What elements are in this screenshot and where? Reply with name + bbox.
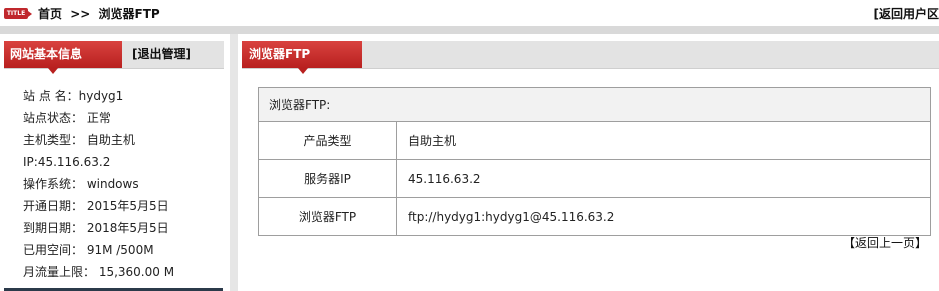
site-info-list: 站 点 名：hydyg1 站点状态： 正常 主机类型： 自助主机 IP:45.1… xyxy=(23,85,174,283)
row-value-product-type: 自助主机 xyxy=(396,121,931,160)
breadcrumb-home[interactable]: 首页 xyxy=(38,7,62,21)
info-host-type: 主机类型： 自助主机 xyxy=(23,133,135,147)
back-link[interactable]: 【返回上一页】 xyxy=(843,234,927,251)
return-user-link[interactable]: [返回用户区 xyxy=(874,5,939,22)
top-bar: TITLE 首页 >> 浏览器FTP [返回用户区 xyxy=(0,0,939,28)
table-row: 浏览器FTP ftp://hydyg1:hydyg1@45.116.63.2 xyxy=(258,197,931,236)
panel-divider xyxy=(230,34,238,291)
main-tabs: 浏览器FTP xyxy=(242,41,939,74)
sidebar-tabs: 网站基本信息 [退出管理] xyxy=(4,41,224,74)
info-open-date: 开通日期： 2015年5月5日 xyxy=(23,199,169,213)
row-label-server-ip: 服务器IP xyxy=(258,159,397,198)
sidebar: 网站基本信息 [退出管理] 站 点 名：hydyg1 站点状态： 正常 主机类型… xyxy=(0,34,230,291)
main-panel: 浏览器FTP 浏览器FTP: 产品类型 自助主机 服务器IP 45.116.63… xyxy=(238,34,939,291)
breadcrumb: 首页 >> 浏览器FTP xyxy=(38,5,164,22)
info-traffic-limit: 月流量上限： 15,360.00 M xyxy=(23,265,175,279)
title-badge-icon: TITLE xyxy=(4,8,32,19)
tab-site-info[interactable]: 网站基本信息 xyxy=(4,41,122,74)
row-value-server-ip: 45.116.63.2 xyxy=(396,159,931,198)
top-divider xyxy=(0,26,939,34)
row-label-browser-ftp: 浏览器FTP xyxy=(258,197,397,236)
table-row: 服务器IP 45.116.63.2 xyxy=(258,159,931,198)
info-used-space: 已用空间： 91M /500M xyxy=(23,243,154,257)
table-caption-row: 浏览器FTP: xyxy=(258,87,931,122)
info-expire-date: 到期日期： 2018年5月5日 xyxy=(23,221,169,235)
row-value-browser-ftp-link[interactable]: ftp://hydyg1:hydyg1@45.116.63.2 xyxy=(396,197,931,236)
table-caption: 浏览器FTP: xyxy=(258,87,931,122)
info-site-name: 站 点 名：hydyg1 xyxy=(23,89,124,103)
logout-link[interactable]: [退出管理] xyxy=(132,41,191,68)
breadcrumb-current: 浏览器FTP xyxy=(98,7,160,21)
info-ip: IP:45.116.63.2 xyxy=(23,155,111,169)
row-label-product-type: 产品类型 xyxy=(258,121,397,160)
tab-browser-ftp[interactable]: 浏览器FTP xyxy=(242,41,362,74)
breadcrumb-separator: >> xyxy=(70,7,91,21)
ftp-info-table: 浏览器FTP: 产品类型 自助主机 服务器IP 45.116.63.2 浏览器F… xyxy=(258,87,931,236)
table-row: 产品类型 自助主机 xyxy=(258,121,931,160)
info-site-status: 站点状态： 正常 xyxy=(23,111,111,125)
info-os: 操作系统： windows xyxy=(23,177,139,191)
